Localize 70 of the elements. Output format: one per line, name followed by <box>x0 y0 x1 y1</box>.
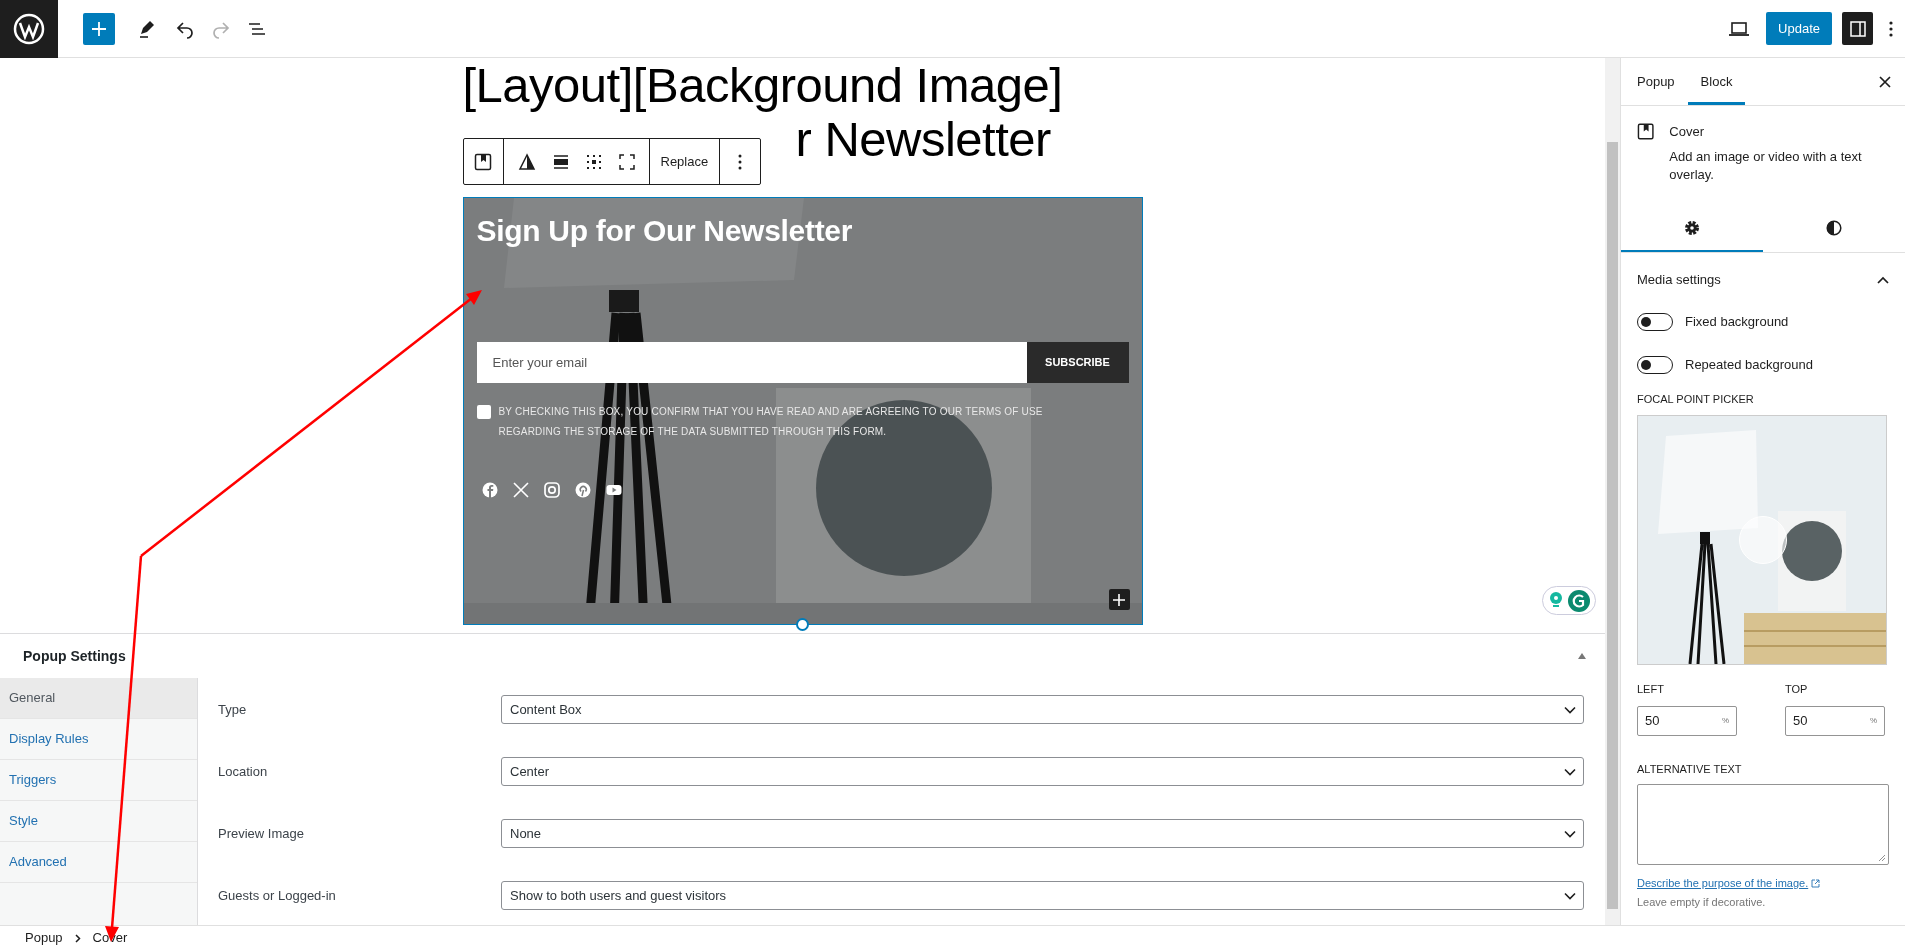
scrollbar-thumb[interactable] <box>1607 142 1618 909</box>
youtube-icon[interactable] <box>605 482 622 498</box>
settings-tab[interactable]: Display Rules <box>0 719 197 760</box>
resize-grip-icon[interactable] <box>1878 854 1886 862</box>
cover-heading: Sign Up for Our Newsletter <box>476 213 854 249</box>
panel-title: Popup Settings <box>23 646 126 666</box>
plus-icon <box>1113 593 1125 606</box>
field-label: FOCAL POINT PICKER <box>1637 391 1755 407</box>
add-block-button[interactable] <box>1108 589 1130 610</box>
settings-tab[interactable]: Triggers <box>0 760 197 801</box>
instagram-icon[interactable] <box>543 482 560 498</box>
email-field[interactable]: Enter your email <box>476 342 1027 383</box>
update-button[interactable]: Update <box>1766 12 1832 45</box>
field-label: TOP <box>1785 682 1809 697</box>
fullscreen-icon[interactable] <box>618 153 635 170</box>
focal-grid-icon[interactable] <box>585 153 602 170</box>
pencil-icon[interactable] <box>137 18 157 39</box>
chevron-right-icon <box>74 933 81 943</box>
field-label: ALTERNATIVE TEXT <box>1637 761 1743 777</box>
collapse-icon[interactable] <box>1577 652 1587 660</box>
page-title[interactable]: [Layout][Background Image] <box>462 58 1063 112</box>
alt-text-field[interactable] <box>1637 784 1889 865</box>
plus-icon <box>91 20 107 37</box>
page-title[interactable]: r Newsletter <box>795 112 1051 166</box>
field-label: Location <box>218 764 268 779</box>
number-field[interactable]: 50 % <box>1637 705 1737 736</box>
cover-block-icon <box>1637 122 1655 141</box>
chevron-up-icon[interactable] <box>1877 275 1889 284</box>
focal-point-handle[interactable] <box>1739 516 1787 564</box>
close-icon[interactable] <box>1879 75 1891 88</box>
section-title: Media settings <box>1637 270 1721 289</box>
grammarly-icon[interactable] <box>1568 589 1590 612</box>
breadcrumb-item[interactable]: Popup <box>25 928 63 948</box>
sidebar-tab[interactable]: Popup <box>1624 58 1688 105</box>
x-icon[interactable] <box>512 482 529 498</box>
toggle-label: Fixed background <box>1685 313 1789 332</box>
block-description: Add an image or video with a text overlay. <box>1669 147 1863 184</box>
contrast-icon <box>1826 219 1842 236</box>
field-label: Guests or Logged-in <box>218 888 336 903</box>
more-options-icon[interactable] <box>738 153 743 170</box>
more-options-icon[interactable] <box>1889 20 1893 37</box>
select-field[interactable]: Show to both users and guest visitors <box>501 881 1584 910</box>
settings-tab[interactable]: Style <box>0 801 197 842</box>
field-label: Preview Image <box>218 826 304 841</box>
grammarly-widget[interactable] <box>1542 586 1596 615</box>
field-label: Type <box>218 702 247 717</box>
help-link[interactable]: Describe the purpose of the image. <box>1637 875 1809 892</box>
field-label: LEFT <box>1637 682 1665 697</box>
wordpress-logo[interactable] <box>0 0 58 58</box>
pinterest-icon[interactable] <box>574 482 591 498</box>
select-field[interactable]: None <box>501 819 1584 848</box>
settings-sidebar-toggle[interactable] <box>1842 12 1873 45</box>
block-name: Cover <box>1669 123 1706 141</box>
toggle-switch[interactable] <box>1637 313 1673 331</box>
help-text: Leave empty if decorative. <box>1637 894 1767 910</box>
facebook-icon[interactable] <box>481 482 498 498</box>
duotone-icon[interactable] <box>517 152 536 171</box>
external-link-icon <box>1811 878 1821 888</box>
sidebar-tab[interactable]: Block <box>1687 58 1746 105</box>
number-field[interactable]: 50 % <box>1785 705 1885 736</box>
toggle-label: Repeated background <box>1685 356 1813 375</box>
select-field[interactable]: Content Box <box>501 695 1584 724</box>
subscribe-button[interactable]: SUBSCRIBE <box>1026 342 1129 383</box>
sidebar-panel-icon <box>1849 20 1866 37</box>
settings-tab[interactable]: Advanced <box>0 842 197 883</box>
select-field[interactable]: Center <box>501 757 1584 786</box>
align-full-icon[interactable] <box>552 153 569 170</box>
settings-tab[interactable]: General <box>0 678 197 719</box>
settings-icon <box>1684 219 1700 236</box>
toggle-switch[interactable] <box>1637 356 1673 374</box>
